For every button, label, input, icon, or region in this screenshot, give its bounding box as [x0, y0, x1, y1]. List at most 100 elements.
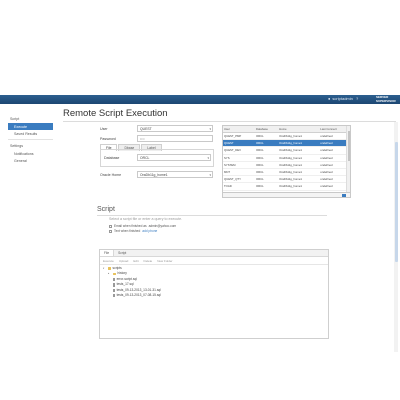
- table-footer: [222, 193, 351, 198]
- logo-line-2: SUPERVISOR: [376, 98, 396, 103]
- oracle-home-select[interactable]: OraDb11g_home1 ▾: [137, 171, 213, 178]
- page-title: Remote Script Execution: [63, 108, 168, 119]
- chevron-down-icon: ▾: [209, 173, 211, 177]
- sidebar-group-settings: Settings: [10, 144, 23, 148]
- email-checkbox[interactable]: [109, 224, 112, 228]
- edit-button[interactable]: Edit: [133, 259, 138, 263]
- table-cell: ORCL: [254, 175, 279, 184]
- email-notify-option[interactable]: Email when finished as admin@yahoo.com: [109, 224, 176, 228]
- file-browser: File Script Execute Upload Edit Delete N…: [99, 249, 329, 339]
- tree-item-label: tests_09-13-2013_07-08-15.sql: [116, 293, 161, 298]
- table-row[interactable]: MNT ORCL OraDb11g_home1 undefined: [223, 168, 350, 177]
- user-name: scriptadmin: [332, 96, 353, 101]
- new-folder-button[interactable]: New Folder: [157, 259, 172, 263]
- user-menu[interactable]: ● scriptadmin: [328, 96, 353, 101]
- email-notify-label: Email when finished as: [114, 224, 147, 228]
- table-row[interactable]: QUEST_DEV ORCL OraDb11g_home1 undefined: [223, 146, 350, 155]
- script-section-divider: [97, 215, 327, 216]
- password-field[interactable]: ••••: [137, 135, 213, 142]
- user-select[interactable]: QUEST ▾: [137, 125, 213, 132]
- tab-file-browser[interactable]: File: [100, 250, 115, 256]
- sidebar-item-notifications[interactable]: Notifications: [8, 150, 53, 157]
- file-icon: [112, 277, 116, 282]
- user-select-value: QUEST: [140, 127, 152, 131]
- table-scrollbar-thumb[interactable]: [347, 131, 350, 161]
- table-cell: ORCL: [254, 146, 279, 155]
- file-browser-toolbar: Execute Upload Edit Delete New Folder: [100, 257, 328, 265]
- file-tree: ▾ scripts ▸ history error-script.sql tests_17…: [100, 265, 328, 299]
- product-logo: SERVER SUPERVISOR: [376, 95, 396, 103]
- text-notify-label: Text when finished: [114, 229, 141, 233]
- file-icon: [112, 294, 116, 298]
- table-cell: SYS: [223, 154, 255, 162]
- table-row[interactable]: SYSTEM ORCL OraDb11g_home1 undefined: [223, 161, 350, 169]
- sidebar-item-execute[interactable]: Execute: [8, 123, 53, 130]
- table-scrollbar[interactable]: [346, 126, 350, 192]
- user-label: User: [100, 127, 108, 131]
- delete-button[interactable]: Delete: [144, 259, 153, 263]
- tree-file[interactable]: tests_09-13-2013_07-08-15.sql: [103, 293, 325, 298]
- table-action-button[interactable]: [342, 193, 346, 197]
- sidebar-divider: [8, 139, 53, 140]
- table-cell: QUEST: [223, 139, 255, 148]
- database-select[interactable]: ORCL ▾: [137, 154, 211, 161]
- add-phone-link[interactable]: add phone: [142, 229, 157, 233]
- table-cell: ORCL: [254, 161, 279, 169]
- table-cell: TOAD: [223, 182, 255, 191]
- table-cell: QUEST_QTY: [223, 175, 255, 184]
- chevron-down-icon: ▾: [207, 156, 209, 160]
- email-notify-address: admin@yahoo.com: [148, 224, 177, 228]
- table-cell: QUEST_PMP: [223, 132, 255, 141]
- table-cell: SYSTEM: [223, 161, 255, 169]
- top-navigation-bar: ● scriptadmin ? SERVER SUPERVISOR: [0, 95, 400, 104]
- connections-grid: User Database Home Last Connect QUEST_PM…: [223, 126, 350, 191]
- oracle-home-label: Oracle Home: [100, 173, 122, 177]
- sidebar-item-saved-results[interactable]: Saved Results: [8, 130, 53, 137]
- help-icon[interactable]: ?: [356, 96, 358, 101]
- table-cell: OraDb11g_home1: [278, 154, 320, 162]
- expand-caret-icon[interactable]: ▸: [108, 271, 111, 276]
- table-cell: ORCL: [254, 132, 279, 141]
- table-cell: ORCL: [254, 182, 279, 191]
- table-cell: OraDb11g_home1: [278, 132, 320, 141]
- page-scrollbar[interactable]: [394, 122, 398, 352]
- oracle-home-select-value: OraDb11g_home1: [140, 173, 168, 177]
- sidebar: Script Execute Saved Results Settings No…: [8, 115, 53, 164]
- text-checkbox[interactable]: [109, 229, 112, 233]
- table-row[interactable]: QUEST_PMP ORCL OraDb11g_home1 undefined: [223, 132, 350, 141]
- script-section-title: Script: [97, 206, 115, 213]
- table-body: QUEST_PMP ORCL OraDb11g_home1 undefined QUES…: [223, 132, 350, 191]
- sidebar-group-script: Script: [10, 117, 20, 121]
- text-notify-option[interactable]: Text when finished add phone: [109, 229, 157, 233]
- table-row[interactable]: QUEST ORCL OraDb11g_home1 undefined: [223, 139, 350, 148]
- file-browser-tabs: File Script: [100, 250, 328, 257]
- folder-icon: [112, 272, 116, 276]
- database-select-value: ORCL: [140, 156, 150, 160]
- connections-table: User Database Home Last Connect QUEST_PM…: [222, 125, 351, 193]
- table-cell: MNT: [223, 168, 255, 177]
- file-icon: [112, 283, 116, 287]
- database-label: Database: [104, 156, 120, 160]
- chevron-down-icon: ▾: [209, 127, 211, 131]
- tab-script-editor[interactable]: Script: [114, 250, 130, 256]
- table-row[interactable]: SYS ORCL OraDb11g_home1 undefined: [223, 154, 350, 162]
- sidebar-item-general[interactable]: General: [8, 157, 53, 164]
- title-divider: [63, 121, 396, 122]
- expand-caret-icon[interactable]: ▾: [103, 266, 106, 271]
- script-hint: Select a script file or enter a query to…: [109, 217, 183, 221]
- table-cell: ORCL: [254, 154, 279, 162]
- table-cell: ORCL: [254, 168, 279, 177]
- file-icon: [112, 288, 116, 292]
- table-cell: ORCL: [254, 139, 279, 148]
- user-icon: ●: [328, 96, 331, 101]
- table-row[interactable]: TOAD ORCL OraDb11g_home1 undefined: [223, 182, 350, 191]
- table-cell: OraDb11g_home1: [278, 139, 320, 148]
- table-cell: OraDb11g_home1: [278, 161, 320, 169]
- table-cell: OraDb11g_home1: [278, 146, 320, 155]
- table-cell: QUEST_DEV: [223, 146, 255, 155]
- execute-button[interactable]: Execute: [103, 259, 114, 263]
- table-row[interactable]: QUEST_QTY ORCL OraDb11g_home1 undefined: [223, 175, 350, 184]
- page-scrollbar-thumb[interactable]: [394, 142, 398, 262]
- upload-button[interactable]: Upload: [119, 259, 129, 263]
- folder-icon: [107, 267, 111, 270]
